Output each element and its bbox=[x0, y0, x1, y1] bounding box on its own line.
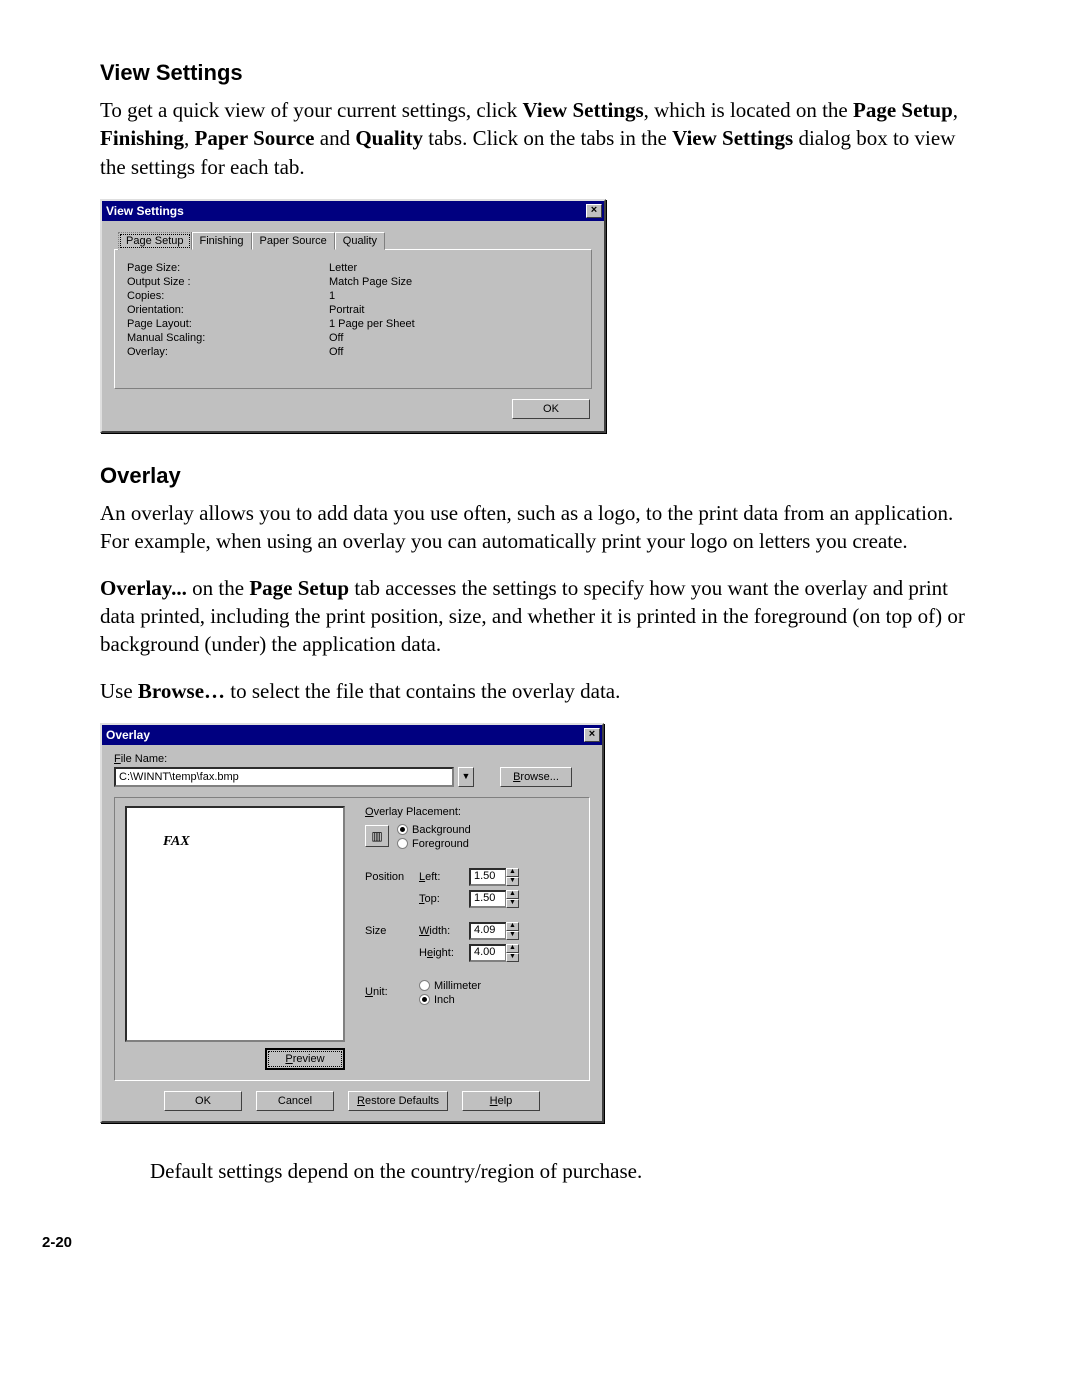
width-spinner[interactable]: ▲▼ bbox=[506, 922, 519, 940]
browse-button[interactable]: Browse... bbox=[500, 767, 572, 787]
tab-page-setup[interactable]: Page Setup bbox=[118, 232, 192, 250]
left-spinner[interactable]: ▲▼ bbox=[506, 868, 519, 886]
millimeter-radio[interactable]: Millimeter bbox=[419, 978, 481, 992]
placement-icon[interactable]: ▥ bbox=[365, 825, 389, 847]
height-input[interactable]: 4.00 bbox=[469, 944, 507, 962]
width-label: Width: bbox=[419, 925, 469, 937]
table-row: Page Size:Letter bbox=[127, 262, 579, 274]
view-settings-heading: View Settings bbox=[100, 60, 980, 86]
default-settings-caption: Default settings depend on the country/r… bbox=[150, 1159, 980, 1184]
settings-table: Page Size:Letter Output Size :Match Page … bbox=[125, 260, 581, 360]
table-row: Manual Scaling:Off bbox=[127, 332, 579, 344]
file-name-label: File Name: bbox=[114, 753, 590, 765]
close-icon[interactable]: × bbox=[586, 204, 602, 218]
overlay-dialog: Overlay × File Name: C:\WINNT\temp\fax.b… bbox=[100, 723, 604, 1123]
restore-defaults-button[interactable]: Restore Defaults bbox=[348, 1091, 448, 1111]
tab-paper-source[interactable]: Paper Source bbox=[252, 232, 335, 250]
dropdown-icon[interactable]: ▼ bbox=[458, 767, 474, 787]
size-label: Size bbox=[365, 925, 419, 937]
view-settings-title: View Settings bbox=[106, 204, 184, 218]
placement-label: Overlay Placement: bbox=[365, 806, 579, 818]
file-name-input[interactable]: C:\WINNT\temp\fax.bmp bbox=[114, 767, 454, 787]
preview-fax-label: FAX bbox=[163, 834, 190, 850]
overlay-para3: Use Browse… to select the file that cont… bbox=[100, 677, 980, 705]
overlay-preview: FAX bbox=[125, 806, 345, 1042]
left-input[interactable]: 1.50 bbox=[469, 868, 507, 886]
left-label: Left: bbox=[419, 871, 469, 883]
position-label: Position bbox=[365, 871, 419, 883]
table-row: Overlay:Off bbox=[127, 346, 579, 358]
top-spinner[interactable]: ▲▼ bbox=[506, 890, 519, 908]
overlay-para2: Overlay... on the Page Setup tab accesse… bbox=[100, 574, 980, 659]
top-label: Top: bbox=[419, 893, 469, 905]
width-input[interactable]: 4.09 bbox=[469, 922, 507, 940]
view-settings-titlebar: View Settings × bbox=[102, 201, 604, 221]
inch-radio[interactable]: Inch bbox=[419, 992, 481, 1006]
tab-quality[interactable]: Quality bbox=[335, 232, 385, 250]
top-input[interactable]: 1.50 bbox=[469, 890, 507, 908]
height-label: Height: bbox=[419, 947, 469, 959]
close-icon[interactable]: × bbox=[584, 728, 600, 742]
overlay-title: Overlay bbox=[106, 728, 150, 742]
unit-label: Unit: bbox=[365, 986, 419, 998]
preview-button[interactable]: Preview bbox=[265, 1048, 345, 1070]
view-settings-para: To get a quick view of your current sett… bbox=[100, 96, 980, 181]
overlay-para1: An overlay allows you to add data you us… bbox=[100, 499, 980, 556]
help-button[interactable]: Help bbox=[462, 1091, 540, 1111]
ok-button[interactable]: OK bbox=[512, 399, 590, 419]
view-settings-dialog: View Settings × Page SetupFinishingPaper… bbox=[100, 199, 606, 433]
ok-button[interactable]: OK bbox=[164, 1091, 242, 1111]
cancel-button[interactable]: Cancel bbox=[256, 1091, 334, 1111]
background-radio[interactable]: Background bbox=[397, 822, 471, 836]
view-settings-tabs: Page SetupFinishingPaper SourceQuality bbox=[118, 231, 592, 249]
tab-finishing[interactable]: Finishing bbox=[192, 232, 252, 250]
foreground-radio[interactable]: Foreground bbox=[397, 836, 471, 850]
page-number: 2-20 bbox=[42, 1234, 922, 1251]
table-row: Copies:1 bbox=[127, 290, 579, 302]
overlay-titlebar: Overlay × bbox=[102, 725, 602, 745]
table-row: Orientation:Portrait bbox=[127, 304, 579, 316]
height-spinner[interactable]: ▲▼ bbox=[506, 944, 519, 962]
table-row: Output Size :Match Page Size bbox=[127, 276, 579, 288]
table-row: Page Layout:1 Page per Sheet bbox=[127, 318, 579, 330]
overlay-heading: Overlay bbox=[100, 463, 980, 489]
